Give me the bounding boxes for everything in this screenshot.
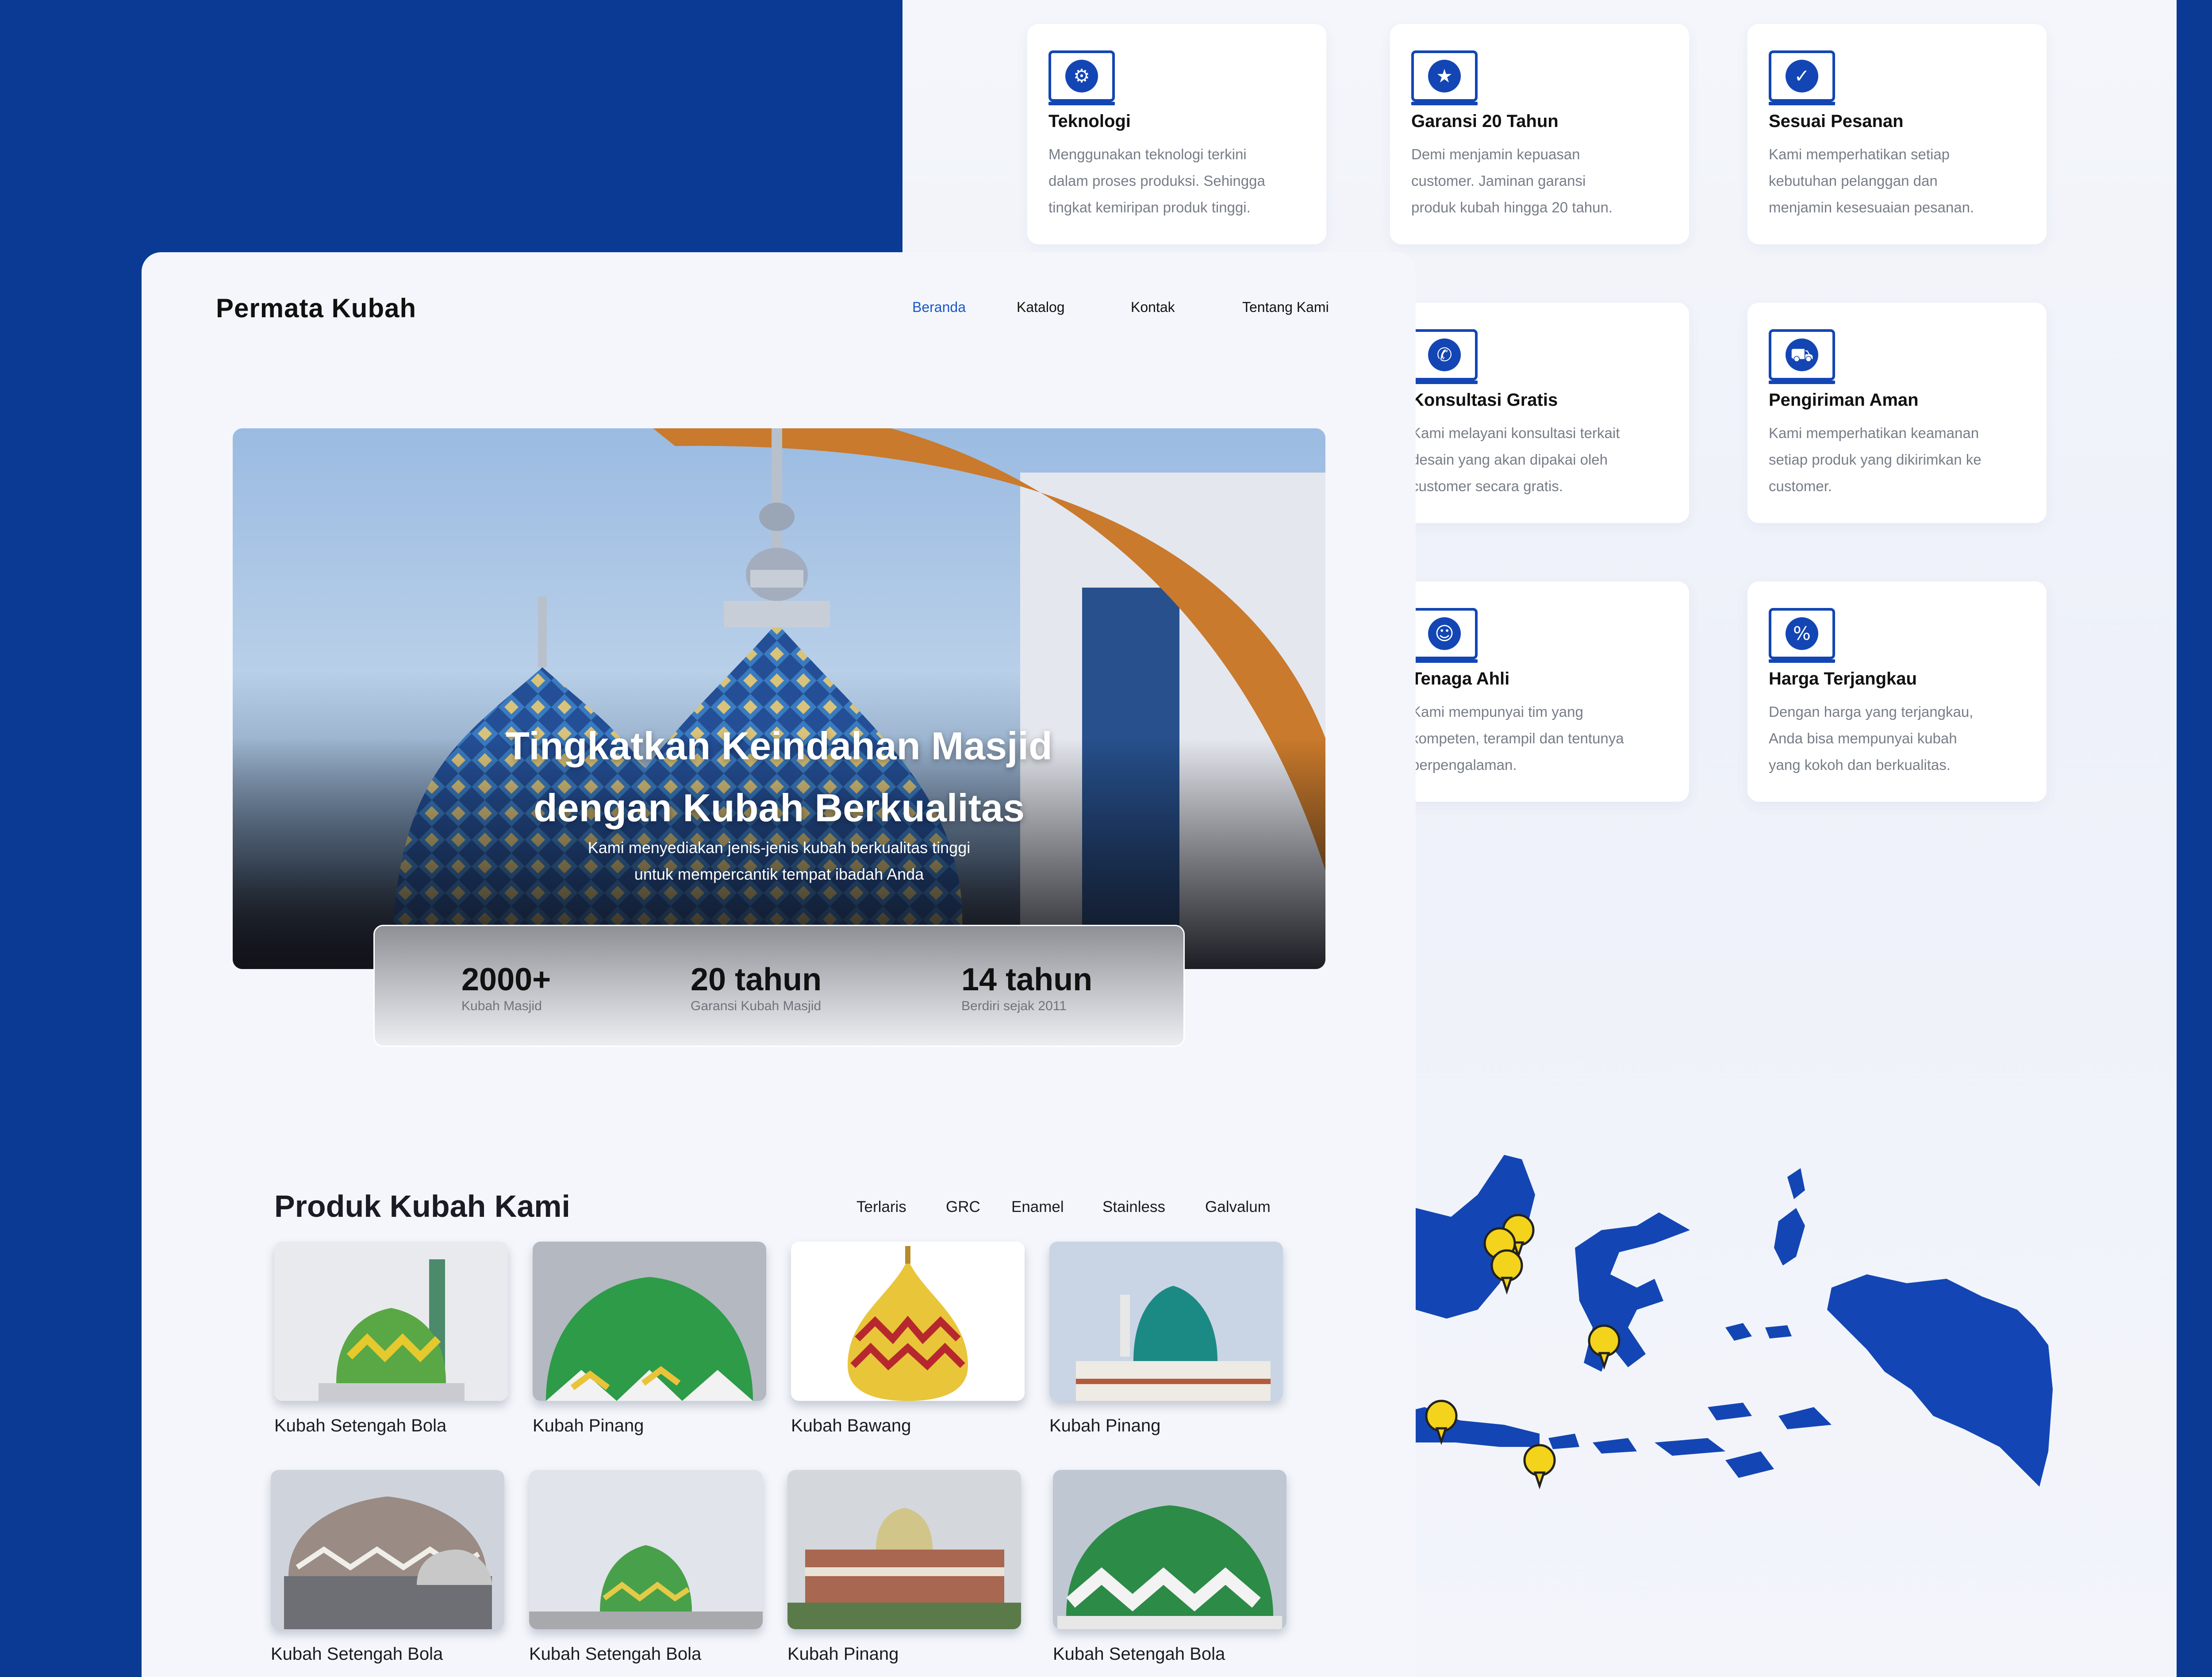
feature-card-konsultasi: ✆ Konsultasi Gratis Kami melayani konsul… xyxy=(1390,303,1689,523)
stat-kubah: 2000+ Kubah Masjid xyxy=(461,962,551,1013)
hero-subtitle: Kami menyediakan jenis-jenis kubah berku… xyxy=(588,838,971,883)
product-image xyxy=(1049,1242,1283,1401)
feature-description: Demi menjamin kepuasan customer. Jaminan … xyxy=(1411,146,1613,215)
nav-tentang-kami[interactable]: Tentang Kami xyxy=(1242,299,1329,315)
secure-truck-icon: ⛟ xyxy=(1769,329,1835,384)
feature-description: Kami mempunyai tim yang kompeten, terampi… xyxy=(1411,704,1624,773)
product-card[interactable]: Kubah Pinang xyxy=(787,1470,1021,1664)
feature-card-teknologi: ⚙ Teknologi Menggunakan teknologi terkin… xyxy=(1027,24,1326,244)
whatsapp-icon: ✆ xyxy=(1411,329,1478,384)
feature-card-pengiriman: ⛟ Pengiriman Aman Kami memperhatikan kea… xyxy=(1747,303,2047,523)
product-image xyxy=(1053,1470,1286,1629)
feature-description: Dengan harga yang terjangkau, Anda bisa m… xyxy=(1769,704,1974,773)
nav-beranda[interactable]: Beranda xyxy=(912,299,966,315)
product-image xyxy=(533,1242,766,1401)
stat-berdiri: 14 tahun Berdiri sejak 2011 xyxy=(961,962,1093,1013)
website-preview: Permata Kubah Beranda Katalog Kontak Ten… xyxy=(142,252,1416,1677)
product-name: Kubah Pinang xyxy=(533,1416,644,1435)
product-card[interactable]: Kubah Setengah Bola xyxy=(529,1470,763,1664)
feature-title: Konsultasi Gratis xyxy=(1411,390,1558,410)
indonesia-map xyxy=(1389,1142,2097,1540)
product-image xyxy=(791,1242,1025,1401)
product-image xyxy=(787,1470,1021,1629)
product-card[interactable]: Kubah Setengah Bola xyxy=(271,1470,504,1664)
product-name: Kubah Setengah Bola xyxy=(271,1644,443,1664)
filter-stainless[interactable]: Stainless xyxy=(1102,1198,1165,1216)
gear-icon: ⚙ xyxy=(1048,50,1115,105)
product-card[interactable]: Kubah Pinang xyxy=(533,1242,766,1436)
filter-enamel[interactable]: Enamel xyxy=(1011,1198,1064,1216)
feature-title: Sesuai Pesanan xyxy=(1769,112,1904,131)
hero-banner: Tingkatkan Keindahan Masjid dengan Kubah… xyxy=(233,428,1325,969)
product-name: Kubah Pinang xyxy=(787,1644,899,1664)
feature-title: Teknologi xyxy=(1048,112,1131,131)
section-title: Produk Kubah Kami xyxy=(274,1189,570,1223)
feature-title: Harga Terjangkau xyxy=(1769,669,1917,688)
feature-card-harga: % Harga Terjangkau Dengan harga yang ter… xyxy=(1747,581,2047,802)
filter-terlaris[interactable]: Terlaris xyxy=(856,1198,906,1216)
hero-title: Tingkatkan Keindahan Masjid dengan Kubah… xyxy=(506,724,1052,830)
feature-description: Menggunakan teknologi terkini dalam prose… xyxy=(1048,146,1265,215)
hero-mosque-image xyxy=(233,428,1325,969)
feature-title: Garansi 20 Tahun xyxy=(1411,112,1559,131)
feature-title: Pengiriman Aman xyxy=(1769,390,1919,410)
brand-logo[interactable]: Permata Kubah xyxy=(216,293,416,323)
feature-card-sesuai-pesanan: ✓ Sesuai Pesanan Kami memperhatikan seti… xyxy=(1747,24,2047,244)
feature-card-garansi: ★ Garansi 20 Tahun Demi menjamin kepuasa… xyxy=(1390,24,1689,244)
product-card[interactable]: Kubah Bawang xyxy=(791,1242,1025,1436)
product-card[interactable]: Kubah Setengah Bola xyxy=(274,1242,508,1436)
filter-grc[interactable]: GRC xyxy=(946,1198,980,1216)
product-image xyxy=(529,1470,763,1629)
product-name: Kubah Pinang xyxy=(1049,1416,1161,1435)
product-name: Kubah Setengah Bola xyxy=(274,1416,447,1435)
product-card[interactable]: Kubah Pinang xyxy=(1049,1242,1283,1436)
product-name: Kubah Setengah Bola xyxy=(1053,1644,1225,1664)
warranty-badge-icon: ★ xyxy=(1411,50,1478,105)
team-icon: ☺ xyxy=(1411,608,1478,663)
product-image xyxy=(274,1242,508,1401)
feature-description: Kami melayani konsultasi terkait desain y… xyxy=(1411,425,1620,494)
feature-description: Kami memperhatikan keamanan setiap produk… xyxy=(1769,425,1982,494)
product-card[interactable]: Kubah Setengah Bola xyxy=(1053,1470,1286,1664)
stat-garansi: 20 tahun Garansi Kubah Masjid xyxy=(691,962,822,1013)
filter-galvalum[interactable]: Galvalum xyxy=(1205,1198,1271,1216)
nav-kontak[interactable]: Kontak xyxy=(1131,299,1175,315)
discount-bag-icon: % xyxy=(1769,608,1835,663)
feature-title: Tenaga Ahli xyxy=(1411,669,1510,688)
order-checklist-icon: ✓ xyxy=(1769,50,1835,105)
stats-bar: 2000+ Kubah Masjid 20 tahun Garansi Kuba… xyxy=(373,925,1185,1047)
product-image xyxy=(271,1470,504,1629)
product-name: Kubah Bawang xyxy=(791,1416,911,1435)
nav-katalog[interactable]: Katalog xyxy=(1017,299,1065,315)
feature-description: Kami memperhatikan setiap kebutuhan pelan… xyxy=(1769,146,1974,215)
product-name: Kubah Setengah Bola xyxy=(529,1644,702,1664)
feature-card-tenaga-ahli: ☺ Tenaga Ahli Kami mempunyai tim yang kom… xyxy=(1390,581,1689,802)
